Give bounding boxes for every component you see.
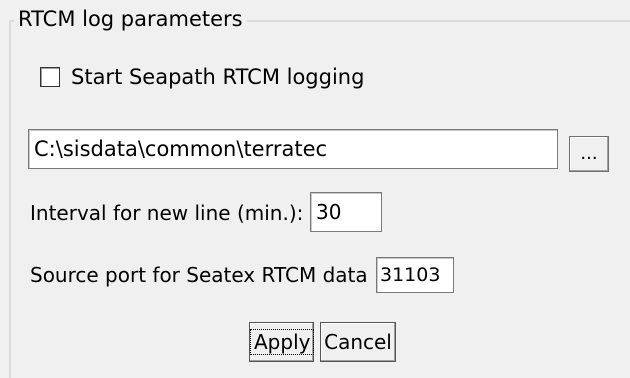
rtcm-log-parameters-panel: RTCM log parameters Start Seapath RTCM l…	[0, 0, 630, 378]
source-port-label: Source port for Seatex RTCM data	[30, 263, 368, 287]
start-logging-checkbox-row[interactable]: Start Seapath RTCM logging	[40, 64, 364, 90]
interval-label: Interval for new line (min.):	[30, 201, 304, 225]
log-path-input[interactable]	[28, 129, 558, 169]
cancel-button[interactable]: Cancel	[320, 322, 396, 362]
group-title: RTCM log parameters	[14, 6, 247, 32]
source-port-input[interactable]	[376, 257, 454, 293]
interval-input[interactable]	[310, 192, 382, 232]
start-logging-checkbox[interactable]	[40, 67, 60, 87]
cancel-button-label: Cancel	[324, 330, 392, 354]
apply-button[interactable]: Apply	[249, 322, 315, 362]
start-logging-label[interactable]: Start Seapath RTCM logging	[71, 64, 364, 90]
browse-button[interactable]: ...	[569, 136, 609, 172]
apply-button-label: Apply	[250, 329, 315, 355]
